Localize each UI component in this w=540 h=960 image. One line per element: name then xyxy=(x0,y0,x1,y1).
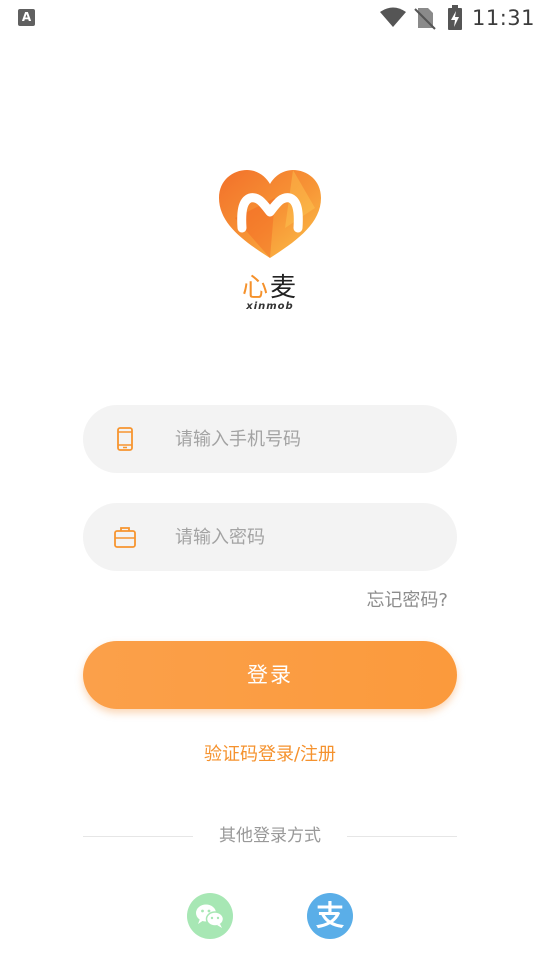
divider-line-right xyxy=(347,836,457,837)
logo-name-cn-part1: 心 xyxy=(241,273,270,303)
forgot-password-link[interactable]: 忘记密码? xyxy=(366,586,448,612)
wechat-login-button[interactable] xyxy=(187,893,233,939)
login-button[interactable]: 登录 xyxy=(83,641,457,709)
wifi-icon xyxy=(380,7,406,27)
alipay-login-button[interactable]: 支 xyxy=(307,893,353,939)
phone-icon xyxy=(117,427,133,451)
alipay-icon: 支 xyxy=(315,899,344,932)
password-input[interactable] xyxy=(175,503,435,571)
phone-field[interactable] xyxy=(83,405,457,473)
sms-login-register-link[interactable]: 验证码登录/注册 xyxy=(0,740,540,766)
status-bar: A 11:31 xyxy=(0,0,540,36)
password-field[interactable] xyxy=(83,503,457,571)
other-login-divider: 其他登录方式 xyxy=(83,824,457,848)
logo-name-cn: 心麦 xyxy=(232,274,308,302)
clock-time: 11:31 xyxy=(472,6,536,30)
battery-charging-icon xyxy=(448,5,462,30)
logo-name-cn-part2: 麦 xyxy=(270,273,299,303)
phone-input[interactable] xyxy=(175,405,435,473)
wechat-icon xyxy=(196,904,225,928)
xinmob-heart-logo xyxy=(219,170,321,258)
logo-name-en: xinmob xyxy=(246,301,294,312)
logo-wordmark: 心麦 xinmob xyxy=(232,274,308,312)
notification-a-icon: A xyxy=(18,9,35,26)
no-sim-icon xyxy=(414,8,436,30)
lock-icon xyxy=(114,527,136,548)
